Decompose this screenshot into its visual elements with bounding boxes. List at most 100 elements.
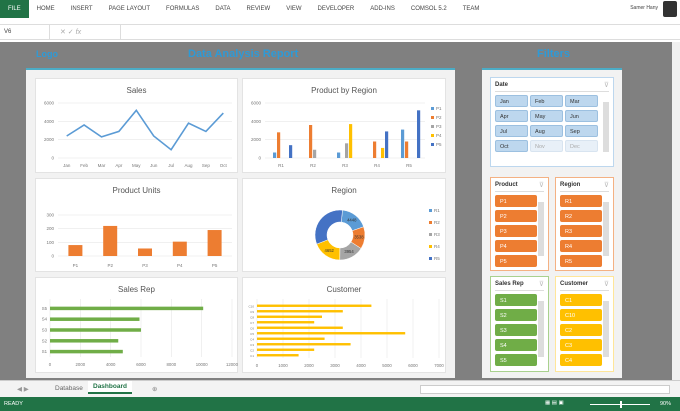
filters-panel: Date ⊽ Jan Feb Mar Apr May Jun Jul Aug Sep Oct Nov De… [482,68,622,378]
sheet-tabs-bar: ◀ ▶ Database Dashboard ⊕ [0,380,680,397]
prev-sheet-icon[interactable]: ◀ ▶ [12,383,34,395]
slicer-item-nov[interactable]: Nov [530,140,563,152]
ribbon-tab-comsol-5-2[interactable]: COMSOL 5.2 [403,6,455,12]
slicer-item-s2[interactable]: S2 [495,309,537,321]
bar-p3-r2 [313,149,317,158]
slicer-item-r3[interactable]: R3 [560,225,602,237]
x-tick-label: 2000 [304,363,314,368]
avatar[interactable] [663,1,677,17]
slicer-item-p4[interactable]: P4 [495,240,537,252]
slicer-item-r5[interactable]: R5 [560,255,602,267]
slicer-item-oct[interactable]: Oct [495,140,528,152]
slicer-item-jan[interactable]: Jan [495,95,528,107]
slicer-item-mar[interactable]: Mar [565,95,598,107]
ribbon-tab-page-layout[interactable]: PAGE LAYOUT [101,6,158,12]
data-label: 4448 [347,218,357,223]
slicer-item-r1[interactable]: R1 [560,195,602,207]
bar-s5 [50,306,204,311]
ribbon-tab-formulas[interactable]: FORMULAS [158,6,207,12]
slicer-item-c10[interactable]: C10 [560,309,602,321]
ribbon-tab-review[interactable]: REVIEW [239,6,279,12]
slicer-item-c3[interactable]: C3 [560,339,602,351]
x-tick-label: R3 [342,163,348,168]
bar-p2 [103,225,118,256]
slicer-item-c2[interactable]: C2 [560,324,602,336]
data-label: 4652 [325,248,335,253]
slicer-item-jun[interactable]: Jun [565,110,598,122]
ribbon-tab-view[interactable]: VIEW [278,6,309,12]
formula-bar: V6 ✕ ✓ fx [0,24,680,40]
y-tick-label: C8 [250,315,254,319]
slicer-scrollbar[interactable] [538,202,544,256]
ribbon-tab-developer[interactable]: DEVELOPER [310,6,363,12]
slicer-item-s3[interactable]: S3 [495,324,537,336]
clear-filter-icon[interactable]: ⊽ [604,280,609,288]
slicer-item-sep[interactable]: Sep [565,125,598,137]
x-tick-label: 7000 [434,363,444,368]
legend-label: R4 [434,244,440,249]
slicer-item-aug[interactable]: Aug [530,125,563,137]
name-box[interactable]: V6 [0,25,50,39]
add-sheet-icon[interactable]: ⊕ [147,383,162,395]
sheet-tab-dashboard[interactable]: Dashboard [88,381,132,394]
slicer-item-jul[interactable]: Jul [495,125,528,137]
slicer-item-p1[interactable]: P1 [495,195,537,207]
x-tick-label: 6000 [408,363,418,368]
bar-p2-r1 [277,132,281,158]
slicer-item-p2[interactable]: P2 [495,210,537,222]
slicer-item-r2[interactable]: R2 [560,210,602,222]
legend-swatch [431,116,434,119]
vertical-scrollbar[interactable] [672,42,680,380]
x-tick-label: Jul [168,163,174,168]
x-tick-label: Apr [115,163,123,168]
slicer-scrollbar[interactable] [538,301,544,357]
clear-filter-icon[interactable]: ⊽ [539,280,544,288]
ribbon-tab-add-ins[interactable]: ADD-INS [362,6,403,12]
slicer-item-s1[interactable]: S1 [495,294,537,306]
slicer-title: Date [495,82,509,88]
bar-s3 [50,328,141,332]
user-name[interactable]: Samer Hany [630,5,658,11]
y-tick-label: 100 [46,240,54,245]
fx-icon[interactable]: ✕ ✓ fx [50,28,120,36]
slicer-item-r4[interactable]: R4 [560,240,602,252]
ribbon-tab-file[interactable]: FILE [0,0,29,18]
slicer-item-p5[interactable]: P5 [495,255,537,267]
status-bar: READY ▦ ▤ ▣ 90% [0,397,680,411]
legend-swatch [431,143,434,146]
slicer-customer: Customer ⊽ C1 C10 C2 C3 C4 [555,276,614,372]
slicer-item-may[interactable]: May [530,110,563,122]
slicer-item-feb[interactable]: Feb [530,95,563,107]
slicer-item-s4[interactable]: S4 [495,339,537,351]
slicer-scrollbar[interactable] [603,301,609,357]
y-tick-label: 4000 [44,119,55,124]
ribbon-tab-home[interactable]: HOME [29,6,63,12]
divider [560,290,609,291]
horizontal-scrollbar[interactable] [420,385,670,394]
slicer-item-p3[interactable]: P3 [495,225,537,237]
formula-input[interactable] [120,25,680,39]
slice-r5 [314,209,343,245]
slicer-item-s5[interactable]: S5 [495,354,537,366]
clear-filter-icon[interactable]: ⊽ [604,81,609,89]
slicer-item-c1[interactable]: C1 [560,294,602,306]
slicer-item-dec[interactable]: Dec [565,140,598,152]
zoom-slider[interactable] [590,401,650,408]
slicer-scrollbar[interactable] [603,102,609,152]
ribbon-tab-insert[interactable]: INSERT [63,6,101,12]
bar-p5-r1 [289,145,293,158]
view-icons[interactable]: ▦ ▤ ▣ [545,400,564,406]
slicer-item-apr[interactable]: Apr [495,110,528,122]
ribbon-tab-data[interactable]: DATA [207,6,238,12]
y-tick-label: 6000 [44,101,55,106]
slicer-item-c4[interactable]: C4 [560,354,602,366]
clear-filter-icon[interactable]: ⊽ [539,181,544,189]
slicer-title: Sales Rep [495,281,524,287]
clear-filter-icon[interactable]: ⊽ [604,181,609,189]
ribbon-tab-team[interactable]: TEAM [455,6,488,12]
sheet-tab-database[interactable]: Database [50,383,88,394]
slicer-scrollbar[interactable] [603,202,609,256]
bar-p5-r5 [417,110,421,158]
zoom-level: 90% [660,401,672,407]
legend-swatch [431,107,434,110]
